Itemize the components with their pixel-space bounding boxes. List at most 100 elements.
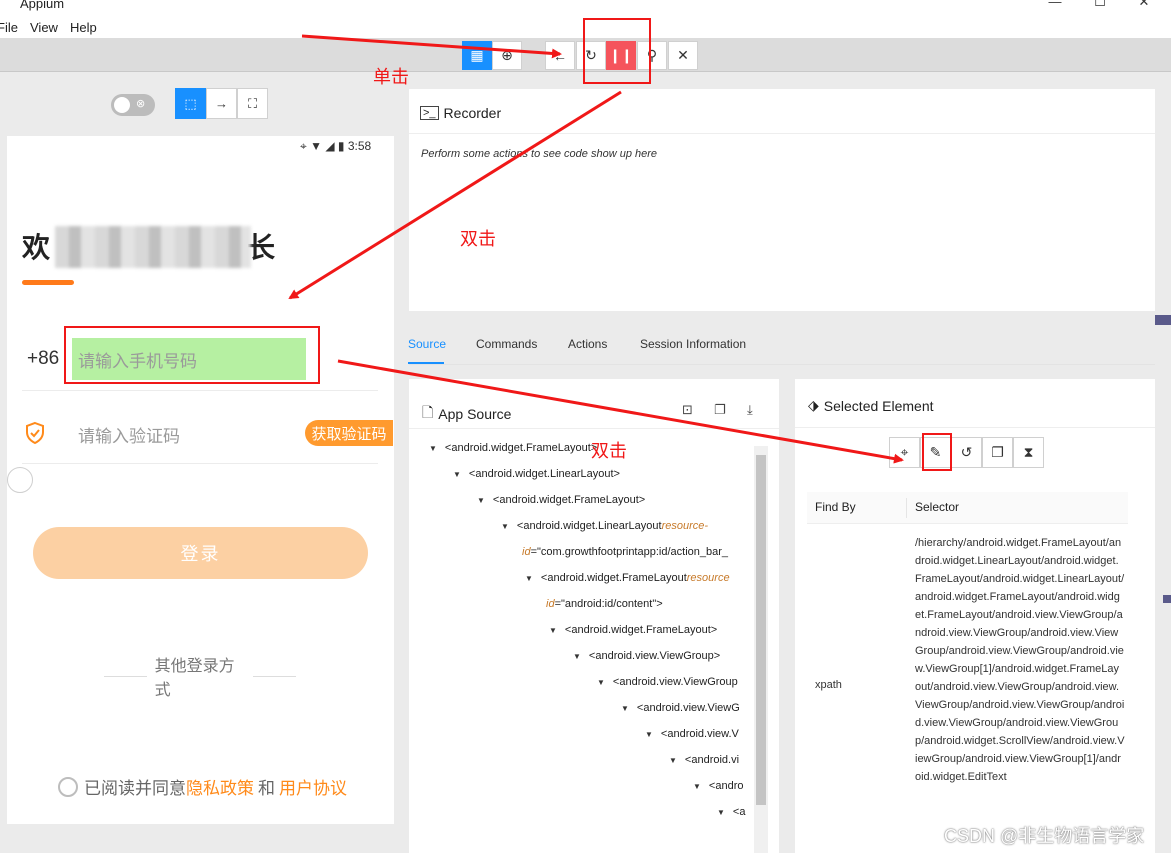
tap-element-button[interactable]: ⌖	[889, 437, 920, 468]
tree-node-tag: <android.widget.FrameLayout>	[492, 494, 646, 506]
privacy-link[interactable]: 隐私政策	[186, 774, 254, 799]
caret-down-icon[interactable]: ▼	[621, 704, 629, 713]
find-by-value: xpath	[815, 679, 842, 691]
agree-checkbox[interactable]	[58, 776, 78, 797]
web-mode-button[interactable]: ⊕	[492, 41, 522, 70]
caret-down-icon[interactable]: ▼	[549, 626, 557, 635]
tree-node[interactable]: ▼ <android.widget.FrameLayout>	[477, 494, 645, 506]
timing-button[interactable]: ⧗	[1013, 437, 1044, 468]
user-agreement-link[interactable]: 用户协议	[279, 774, 347, 799]
tree-node[interactable]: ▼ <android.widget.FrameLayout>	[549, 624, 717, 636]
tag-icon: ⬗	[808, 397, 819, 413]
verification-code-input[interactable]: 请输入验证码	[78, 422, 180, 447]
tap-coordinates-button[interactable]: ⛶	[237, 88, 268, 119]
caret-down-icon[interactable]: ▼	[525, 574, 533, 583]
back-button[interactable]: ←	[545, 41, 575, 70]
tree-node[interactable]: ▼ <android.view.ViewGroup	[597, 676, 738, 688]
arrow-left-icon: ←	[553, 47, 567, 64]
quit-session-button[interactable]: ✕	[668, 41, 698, 70]
tree-node[interactable]: id ="android:id/content">	[546, 598, 663, 610]
undo-icon: ↺	[960, 444, 973, 460]
selector-value[interactable]: /hierarchy/android.widget.FrameLayout/an…	[915, 534, 1125, 786]
swipe-button[interactable]: →	[206, 88, 237, 119]
tree-node-tag: <android.view.ViewG	[636, 702, 740, 714]
arrow-right-icon: →	[215, 96, 228, 111]
recorder-panel	[409, 89, 1155, 311]
tree-node[interactable]: ▼ <android.widget.FrameLayout>	[429, 442, 597, 454]
terminal-icon: >_	[420, 106, 439, 120]
signal-icon: ◢	[325, 139, 335, 153]
tree-node-tag: <android.widget.FrameLayout>	[444, 442, 598, 454]
tree-node[interactable]: ▼ <android.widget.FrameLayout resource	[525, 572, 730, 584]
download-icon[interactable]: ⤓	[747, 402, 753, 418]
tree-node[interactable]: ▼ <android.vi	[669, 754, 739, 766]
native-mode-button[interactable]: ▦	[462, 41, 492, 70]
caret-down-icon[interactable]: ▼	[669, 756, 677, 765]
floating-circle	[7, 467, 33, 493]
col-find-by: Find By	[815, 500, 856, 514]
divider	[409, 428, 779, 429]
divider	[409, 133, 1155, 134]
close-window-icon[interactable]: ✕	[1137, 0, 1151, 9]
tree-node[interactable]: ▼ <andro	[693, 780, 743, 792]
caret-down-icon[interactable]: ▼	[501, 522, 509, 531]
toggle-attributes-icon[interactable]: ⊡	[682, 402, 693, 418]
tree-node-tag: <android.view.ViewGroup	[612, 676, 738, 688]
caret-down-icon[interactable]: ▼	[597, 678, 605, 687]
tree-node[interactable]: ▼ <a	[717, 806, 745, 818]
tab-actions[interactable]: Actions	[568, 337, 607, 351]
tree-scrollbar-thumb[interactable]	[756, 455, 766, 805]
crosshair-icon: ⌖	[900, 444, 909, 460]
tab-baseline	[409, 364, 1155, 365]
tree-node-tag: <android.widget.FrameLayout	[540, 572, 687, 584]
caret-down-icon[interactable]: ▼	[693, 782, 701, 791]
select-elements-button[interactable]: ⬚	[175, 88, 206, 119]
shield-icon	[26, 421, 44, 445]
window-edge	[1155, 72, 1171, 853]
caret-down-icon[interactable]: ▼	[573, 652, 581, 661]
menu-file[interactable]: File	[0, 20, 18, 35]
clear-button[interactable]: ↺	[951, 437, 982, 468]
tab-commands[interactable]: Commands	[476, 337, 537, 351]
crop-icon: ⛶	[247, 95, 258, 111]
tree-node[interactable]: ▼ <android.view.V	[645, 728, 739, 740]
caret-down-icon[interactable]: ▼	[717, 808, 725, 817]
source-tree: ▼ <android.widget.FrameLayout> ▼ <android.w…	[409, 432, 754, 853]
caret-down-icon[interactable]: ▼	[645, 730, 653, 739]
column-divider	[906, 498, 907, 518]
menu-help[interactable]: Help	[70, 20, 97, 35]
tree-node-attr: resource	[686, 572, 730, 584]
tree-node[interactable]: id ="com.growthfootprintapp:id/action_bar…	[522, 546, 728, 558]
get-code-button[interactable]: 获取验证码	[305, 420, 393, 446]
blurred-text	[55, 226, 251, 268]
and-text: 和	[258, 779, 275, 798]
tab-source[interactable]: Source	[408, 337, 446, 351]
tree-node-attr: id	[522, 546, 531, 558]
caret-down-icon[interactable]: ▼	[429, 444, 437, 453]
minimize-icon[interactable]: —	[1048, 0, 1062, 9]
annotation-double-click: 双击	[591, 441, 627, 461]
caret-down-icon[interactable]: ▼	[453, 470, 461, 479]
tree-node-tag: <a	[732, 806, 746, 818]
tree-node[interactable]: ▼ <android.widget.LinearLayout resource-	[501, 520, 708, 532]
copy-xml-icon[interactable]: ❐	[714, 402, 726, 418]
tree-node-tag: <android.vi	[684, 754, 740, 766]
tree-node[interactable]: ▼ <android.view.ViewG	[621, 702, 740, 714]
title-bar	[0, 0, 1171, 16]
tab-session-information[interactable]: Session Information	[640, 337, 746, 351]
country-code[interactable]: +86	[27, 348, 59, 370]
tree-node[interactable]: ▼ <android.widget.LinearLayout>	[453, 468, 620, 480]
grid-icon: ▦	[470, 47, 484, 63]
login-button[interactable]: 登录	[33, 527, 368, 579]
maximize-icon[interactable]: ☐	[1093, 0, 1107, 9]
other-login-methods: 其他登录方式	[96, 658, 304, 699]
caret-down-icon[interactable]: ▼	[477, 496, 485, 505]
copy-attributes-button[interactable]: ❐	[982, 437, 1013, 468]
title-underline	[22, 280, 74, 285]
copy-icon: ❐	[991, 444, 1004, 460]
tree-node[interactable]: ▼ <android.view.ViewGroup>	[573, 650, 720, 662]
location-icon: ⌖	[300, 139, 307, 153]
menu-view[interactable]: View	[30, 20, 58, 35]
tree-node-tag: <android.widget.FrameLayout>	[564, 624, 718, 636]
tree-node-tag: <android.widget.LinearLayout>	[468, 468, 620, 480]
